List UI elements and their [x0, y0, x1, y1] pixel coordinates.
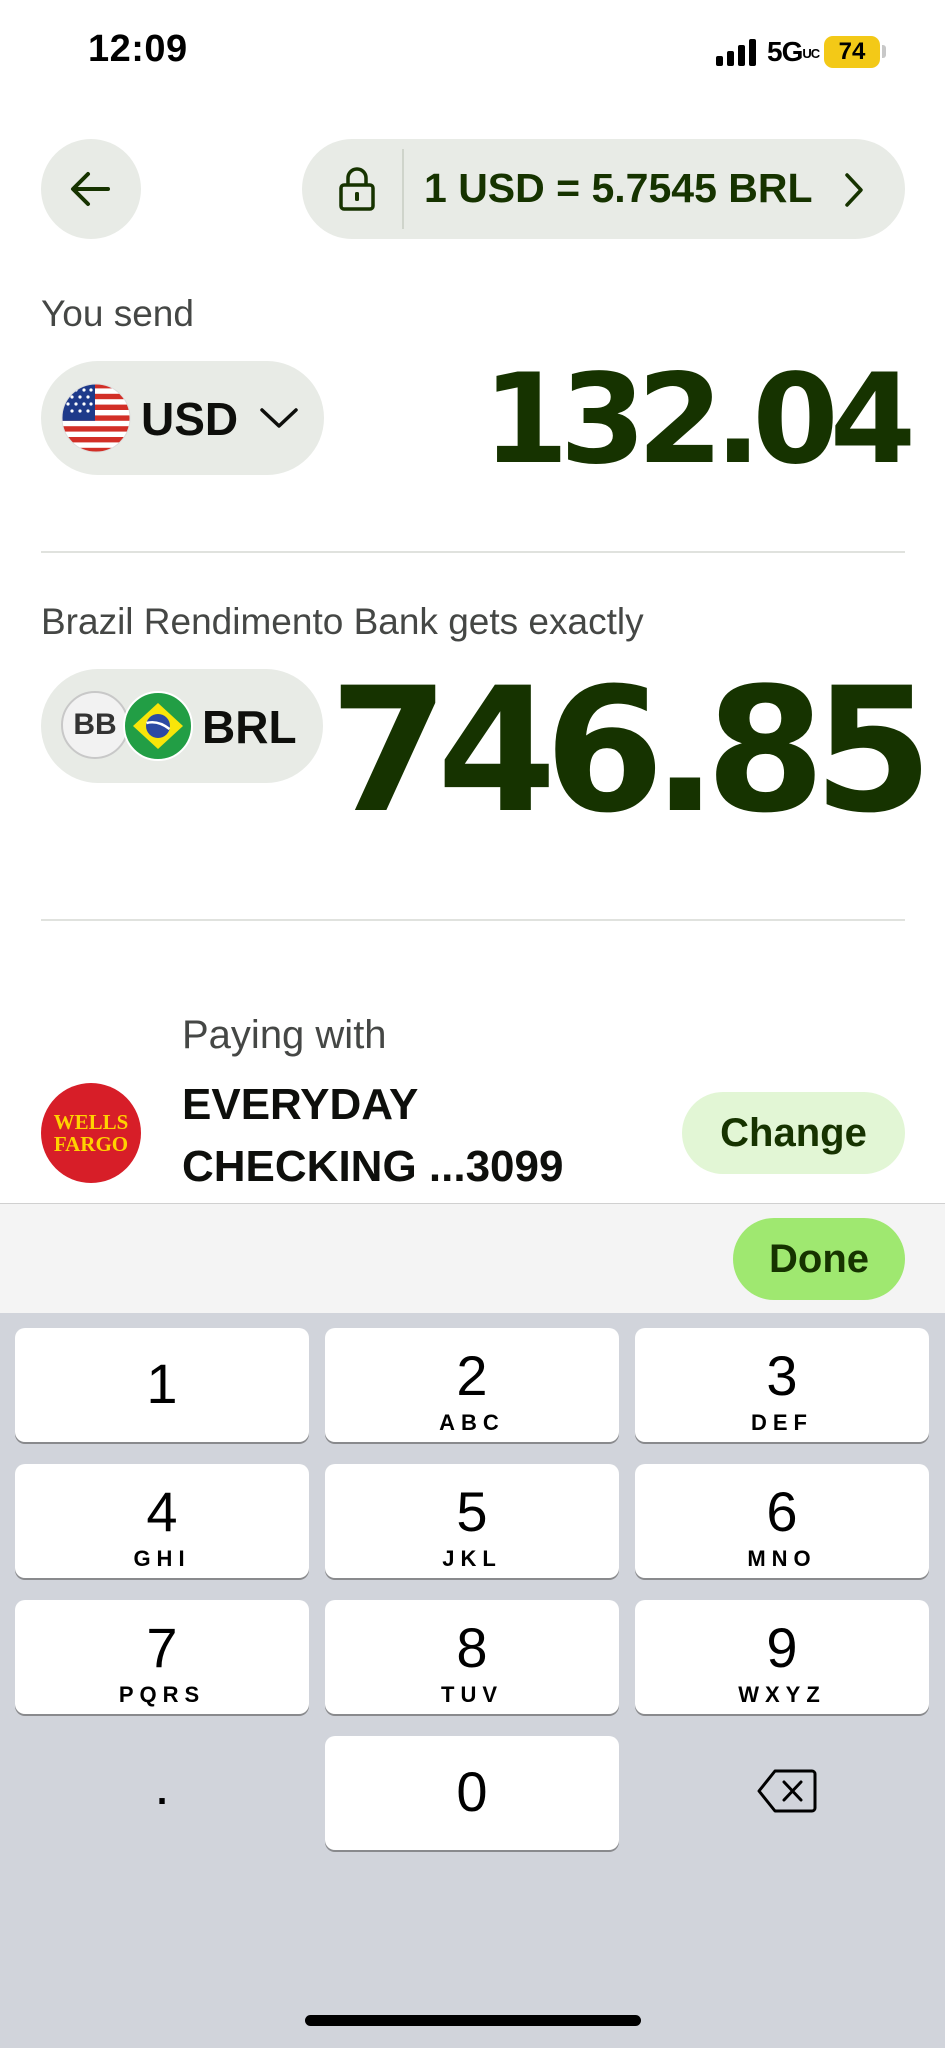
arrow-left-icon: [71, 172, 110, 206]
backspace-icon: [757, 1769, 817, 1813]
receive-amount-input[interactable]: 746.85: [329, 650, 933, 851]
key-0-number: 0: [456, 1760, 488, 1823]
key-3-number: 3: [766, 1344, 798, 1407]
network-label: 5G: [767, 36, 803, 67]
us-flag-icon: [61, 383, 131, 453]
key-4[interactable]: 4 GHI: [15, 1464, 309, 1578]
exchange-rate-text: 1 USD = 5.7545 BRL: [424, 165, 813, 211]
key-4-number: 4: [146, 1480, 178, 1543]
divider: [41, 551, 905, 553]
key-6[interactable]: 6 MNO: [635, 1464, 929, 1578]
chevron-down-icon: [260, 408, 298, 428]
key-5[interactable]: 5 JKL: [325, 1464, 619, 1578]
key-8-letters: TUV: [441, 1682, 503, 1707]
paying-with-label: Paying with: [182, 1013, 387, 1057]
home-indicator: [305, 2015, 641, 2026]
key-1[interactable]: 1: [15, 1328, 309, 1442]
back-button[interactable]: [41, 139, 141, 239]
key-3-letters: DEF: [751, 1410, 813, 1435]
key-2-letters: ABC: [439, 1410, 505, 1435]
wells-fargo-logo: WELLS FARGO: [41, 1083, 141, 1183]
exchange-rate-button[interactable]: 1 USD = 5.7545 BRL: [302, 139, 905, 239]
chevron-right-icon: [845, 173, 863, 207]
network-indicator: 5GUC: [767, 36, 820, 68]
key-5-letters: JKL: [442, 1546, 502, 1571]
key-6-number: 6: [766, 1480, 798, 1543]
key-2[interactable]: 2 ABC: [325, 1328, 619, 1442]
key-7-number: 7: [146, 1616, 178, 1679]
signal-icon: [716, 38, 760, 66]
divider: [41, 919, 905, 921]
key-9-number: 9: [766, 1616, 798, 1679]
key-7-letters: PQRS: [118, 1682, 206, 1707]
network-suffix: UC: [802, 46, 820, 62]
status-time: 12:09: [88, 28, 188, 70]
send-currency-selector[interactable]: USD: [41, 361, 324, 475]
lock-icon: [339, 167, 375, 211]
key-8[interactable]: 8 TUV: [325, 1600, 619, 1714]
rate-separator: [402, 149, 404, 229]
key-5-number: 5: [456, 1480, 488, 1543]
wells-fargo-logo-line1: WELLS: [53, 1110, 129, 1134]
done-button[interactable]: Done: [733, 1218, 905, 1300]
battery-icon: 74: [824, 36, 880, 68]
key-decimal[interactable]: .: [15, 1736, 309, 1850]
send-amount-input[interactable]: 132.04: [482, 348, 916, 492]
send-label: You send: [41, 293, 194, 334]
key-4-letters: GHI: [133, 1546, 191, 1571]
key-7[interactable]: 7 PQRS: [15, 1600, 309, 1714]
receive-currency-code: BRL: [202, 701, 297, 753]
key-0[interactable]: 0: [325, 1736, 619, 1850]
battery-cap: [882, 45, 886, 58]
key-2-number: 2: [456, 1344, 488, 1407]
brazil-flag-icon: [123, 691, 193, 761]
key-delete[interactable]: [635, 1736, 929, 1850]
key-1-number: 1: [146, 1352, 178, 1415]
key-3[interactable]: 3 DEF: [635, 1328, 929, 1442]
key-6-letters: MNO: [747, 1546, 817, 1571]
wells-fargo-logo-line2: FARGO: [53, 1132, 129, 1156]
change-payment-button[interactable]: Change: [682, 1092, 905, 1174]
key-9[interactable]: 9 WXYZ: [635, 1600, 929, 1714]
key-decimal-label: .: [154, 1753, 170, 1816]
receive-currency-display: BB BRL: [41, 669, 323, 783]
key-9-letters: WXYZ: [738, 1682, 826, 1707]
receive-label: Brazil Rendimento Bank gets exactly: [41, 601, 644, 642]
key-8-number: 8: [456, 1616, 488, 1679]
send-currency-code: USD: [141, 393, 239, 445]
payment-account-name: EVERYDAY CHECKING ...3099: [182, 1080, 564, 1191]
bank-badge: BB: [61, 691, 129, 759]
